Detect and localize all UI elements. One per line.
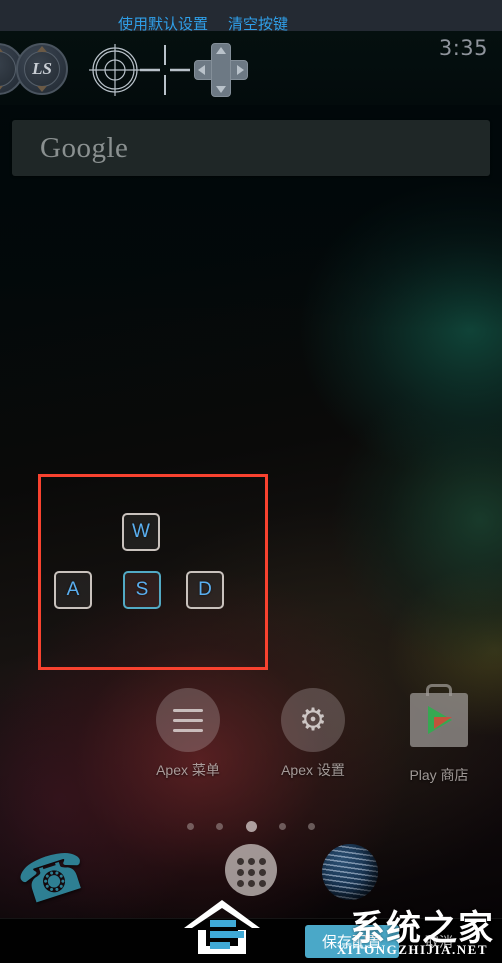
cancel-button[interactable]: 取消 — [425, 932, 453, 952]
keycap-d-label: D — [198, 579, 212, 600]
save-config-button[interactable]: 保存配置 — [305, 925, 400, 958]
keycap-a[interactable]: A — [54, 571, 92, 609]
page-dot[interactable] — [186, 823, 194, 831]
app-play-store[interactable]: Play 商店 — [384, 684, 494, 785]
clear-keys-link[interactable]: 清空按键 — [228, 13, 288, 34]
page-indicator — [0, 818, 502, 836]
keycap-s[interactable]: S — [123, 571, 161, 609]
keycap-s-label: S — [135, 579, 149, 600]
page-dot-active[interactable] — [245, 821, 257, 833]
globe-browser-icon[interactable] — [322, 844, 378, 900]
google-search-widget[interactable]: Google — [12, 120, 490, 176]
keycap-a-label: A — [66, 579, 80, 600]
phone-icon[interactable]: ☎ — [10, 836, 96, 919]
analog-stick-ls-icon[interactable]: LS — [16, 43, 68, 95]
page-dot[interactable] — [278, 823, 286, 831]
keymapping-toolbar — [0, 31, 502, 105]
crosshair-aim-icon[interactable] — [88, 43, 142, 102]
app-play-store-label: Play 商店 — [409, 767, 469, 783]
status-bar-clock: 3:35 — [438, 36, 488, 60]
google-logo-text: Google — [40, 132, 129, 164]
dock: ☎ — [0, 836, 502, 919]
app-apex-settings-label: Apex 设置 — [281, 762, 345, 778]
crosshair-thin-icon[interactable] — [138, 43, 192, 102]
app-drawer-icon[interactable] — [225, 844, 277, 896]
use-default-settings-link[interactable]: 使用默认设置 — [118, 13, 208, 34]
keycap-w-label: W — [132, 521, 150, 542]
dpad-icon[interactable] — [194, 43, 248, 97]
page-dot[interactable] — [216, 823, 224, 831]
analog-stick-ls-label: LS — [24, 51, 60, 87]
play-store-icon — [384, 684, 494, 757]
gear-icon: ⚙ — [281, 688, 345, 752]
android-home-screen-keymapper: LS 3:35 Google W A S D Apex 菜单 ⚙ Apex 设置… — [0, 0, 502, 963]
page-dot[interactable] — [308, 823, 316, 831]
keycap-w[interactable]: W — [122, 513, 160, 551]
hamburger-menu-icon — [156, 688, 220, 752]
keycap-d[interactable]: D — [186, 571, 224, 609]
app-apex-menu[interactable]: Apex 菜单 — [133, 688, 243, 780]
app-apex-menu-label: Apex 菜单 — [156, 762, 220, 778]
app-apex-settings[interactable]: ⚙ Apex 设置 — [258, 688, 368, 780]
